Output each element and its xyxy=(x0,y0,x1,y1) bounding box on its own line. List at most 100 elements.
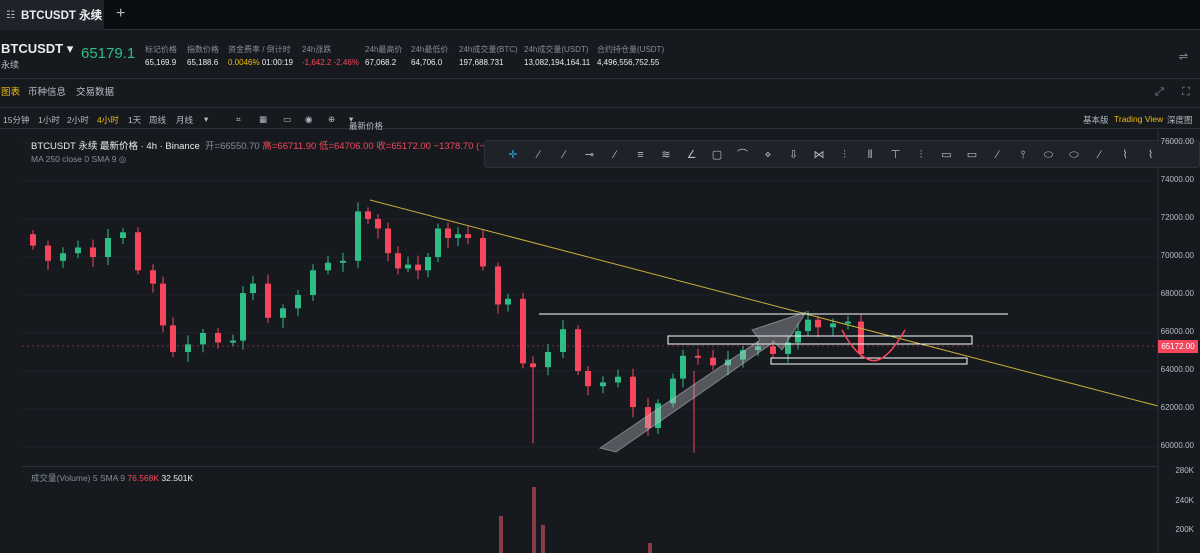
add-tab-button[interactable]: + xyxy=(116,5,125,23)
candle-body xyxy=(630,376,636,408)
indicators-icon[interactable]: ⌗ xyxy=(236,114,241,125)
candle-body xyxy=(30,234,36,246)
draw-tool-xabcd-icon[interactable]: ⋈ xyxy=(811,147,827,163)
draw-tool-cross-icon[interactable]: ✛ xyxy=(505,147,521,163)
candle-body xyxy=(495,266,501,305)
draw-tool-pattern-icon[interactable]: ⋄ xyxy=(760,147,776,163)
symbol-subtitle: 永续 xyxy=(1,60,20,70)
draw-tool-fib-circles-icon[interactable]: ⫶ xyxy=(913,147,929,163)
candle-body xyxy=(230,340,236,343)
draw-tool-short-position-icon[interactable]: ▭ xyxy=(964,147,980,163)
timeframe-4h[interactable]: 4小时 xyxy=(97,114,119,126)
draw-tool-wave-1-icon[interactable]: ⌇ xyxy=(1117,147,1133,163)
view-basic[interactable]: 基本版 xyxy=(1083,114,1109,126)
tab-chart[interactable]: 图表 xyxy=(1,84,20,98)
draw-tool-extended-line-icon[interactable]: ⁄ xyxy=(607,147,623,163)
draw-tool-brush-icon[interactable]: ⁄ xyxy=(990,147,1006,163)
stat-open-interest[interactable]: 合约持仓量(USDT) 4,496,556,752.55 xyxy=(597,43,664,69)
draw-tool-long-position-icon[interactable]: ▭ xyxy=(939,147,955,163)
timeframe-week[interactable]: 周线 xyxy=(149,114,166,126)
draw-tool-fib-time-icon[interactable]: ⊤ xyxy=(888,147,904,163)
chart-toolbar: 15分钟 1小时 2小时 4小时 1天 周线 月线 ▾ ⌗ ▦ ▭ ◉ ⊕ 最新… xyxy=(0,107,1200,131)
templates-icon[interactable]: ▦ xyxy=(259,114,267,125)
candle-body xyxy=(615,376,621,383)
candle-body xyxy=(185,344,191,352)
add-icon[interactable]: ⊕ xyxy=(328,114,335,125)
volume-bar xyxy=(648,543,652,553)
fullscreen-icon[interactable]: ⛶ xyxy=(1182,86,1190,99)
chart-legend: BTCUSDT 永续 最新价格 · 4h · Binance 开=66550.7… xyxy=(31,138,515,152)
draw-tool-path-icon[interactable]: ⁄ xyxy=(1092,147,1108,163)
candle-body xyxy=(415,264,421,271)
timeframe-15m[interactable]: 15分钟 xyxy=(3,114,29,126)
draw-tool-arrow-down-icon[interactable]: ⇩ xyxy=(786,147,802,163)
candle-body xyxy=(215,333,221,343)
more-timeframes-icon[interactable]: ▾ xyxy=(204,114,208,125)
volume-separator xyxy=(22,466,1158,467)
tab-trading-data[interactable]: 交易数据 xyxy=(76,84,114,98)
tab-coin-info[interactable]: 币种信息 xyxy=(28,84,66,98)
candle-body xyxy=(265,283,271,318)
candle-body xyxy=(805,319,811,332)
volume-bar xyxy=(541,525,545,553)
symbol-selector[interactable]: BTCUSDT ▾ xyxy=(1,41,73,57)
candle-body xyxy=(295,295,301,309)
candle-body xyxy=(105,238,111,257)
draw-tool-ellipse-icon[interactable]: ⬭ xyxy=(1041,147,1057,163)
axis-60000: 60000.00 xyxy=(1160,441,1194,450)
candle-body xyxy=(575,329,581,371)
draw-tool-arc-icon[interactable]: ⌒ xyxy=(735,147,751,163)
expand-icon[interactable]: ⤢ xyxy=(1155,86,1164,99)
projection-curve xyxy=(841,329,906,362)
candle-body xyxy=(135,232,141,271)
draw-tool-angle-icon[interactable]: ∠ xyxy=(684,147,700,163)
candle-body xyxy=(200,333,206,345)
timeframe-1d[interactable]: 1天 xyxy=(128,114,141,126)
timeframe-2h[interactable]: 2小时 xyxy=(67,114,89,126)
draw-tool-ray-icon[interactable]: ⁄ xyxy=(556,147,572,163)
view-depth[interactable]: 深度图 xyxy=(1167,114,1193,126)
candle-body xyxy=(710,357,716,366)
view-tradingview[interactable]: Trading View xyxy=(1114,114,1163,124)
candle-body xyxy=(385,228,391,254)
tab-btcusdt[interactable]: ☷ BTCUSDT 永续 xyxy=(0,0,104,30)
candle-body xyxy=(445,228,451,238)
camera-icon[interactable]: ◉ xyxy=(305,114,312,125)
candle-body xyxy=(425,257,431,271)
hide-eye-icon[interactable]: ◎ xyxy=(119,154,126,164)
stat-index-price: 指数价格 65,188.6 xyxy=(187,45,219,67)
candle-body xyxy=(680,355,686,379)
legend-title: BTCUSDT 永续 最新价格 · 4h · Binance xyxy=(31,141,200,152)
candle-body xyxy=(365,211,371,219)
volume-bar xyxy=(532,487,536,553)
candle-body xyxy=(340,260,346,263)
draw-tool-regression-icon[interactable]: ≋ xyxy=(658,147,674,163)
candle-body xyxy=(395,253,401,269)
axis-62000: 62000.00 xyxy=(1160,403,1194,412)
settings-icon[interactable]: ⇌ xyxy=(1179,50,1188,63)
stat-24h-high: 24h最高价 67,068.2 xyxy=(365,45,403,67)
timeframe-month[interactable]: 月线 xyxy=(176,114,193,126)
draw-tool-fib-retracement-icon[interactable]: ⫶ xyxy=(837,147,853,163)
axis-70000: 70000.00 xyxy=(1160,251,1194,260)
legend-high: 高=66711.90 xyxy=(262,141,317,152)
draw-tool-circle-icon[interactable]: ⬭ xyxy=(1066,147,1082,163)
draw-tool-trendline-icon[interactable]: ⁄ xyxy=(531,147,547,163)
trendline-drawing xyxy=(369,199,1159,407)
draw-tool-rectangle-icon[interactable]: ▢ xyxy=(709,147,725,163)
draw-tool-info-line-icon[interactable]: ⊸ xyxy=(582,147,598,163)
draw-tool-fib-fan-icon[interactable]: ⫴ xyxy=(862,147,878,163)
legend-open: 开=66550.70 xyxy=(205,141,260,152)
draw-tool-price-label-icon[interactable]: ⫯ xyxy=(1015,147,1031,163)
draw-tool-wave-2-icon[interactable]: ⌇ xyxy=(1143,147,1159,163)
candle-body xyxy=(60,253,66,261)
candle-body xyxy=(435,228,441,257)
price-chart[interactable] xyxy=(0,130,1200,553)
candle-body xyxy=(845,321,851,324)
stat-24h-vol-btc: 24h成交量(BTC) 197,688.731 xyxy=(459,45,518,67)
draw-tool-parallel-channel-icon[interactable]: ≡ xyxy=(633,147,649,163)
price-type-select[interactable]: 最新价格 ▾ xyxy=(349,114,383,131)
axis-76000: 76000.00 xyxy=(1160,137,1194,146)
layout-icon[interactable]: ▭ xyxy=(283,114,291,125)
timeframe-1h[interactable]: 1小时 xyxy=(38,114,60,126)
